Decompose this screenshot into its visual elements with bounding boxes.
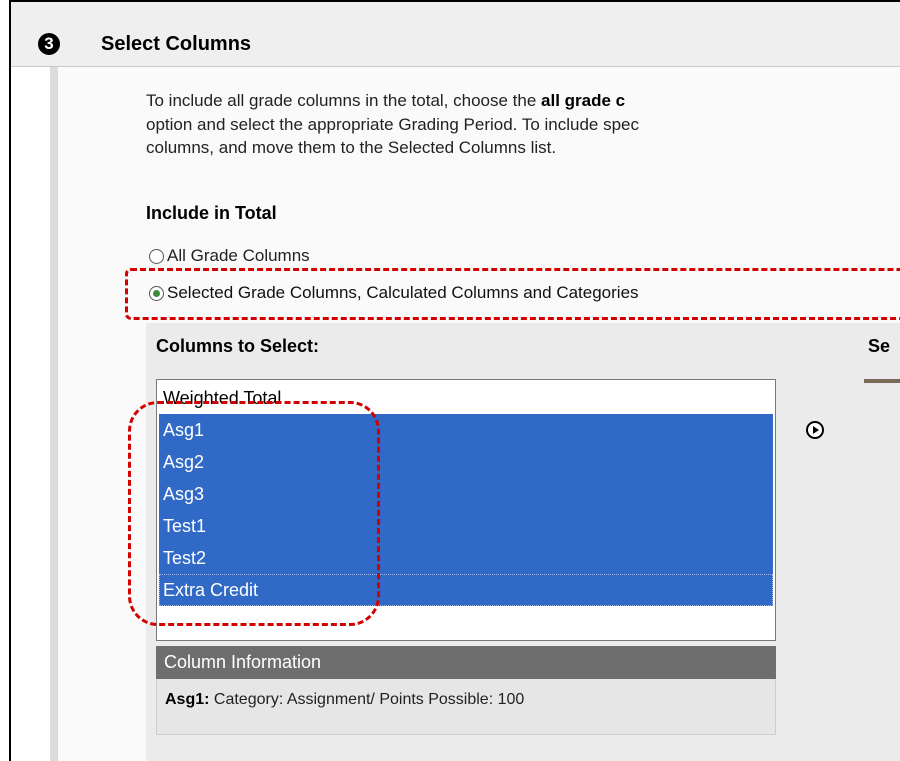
- radio-label[interactable]: All Grade Columns: [167, 246, 310, 265]
- radio-button[interactable]: [149, 249, 164, 264]
- list-item-weighted-total[interactable]: Weighted Total: [159, 382, 773, 414]
- column-information-details: Asg1: Category: Assignment/ Points Possi…: [156, 679, 776, 735]
- step-title: Select Columns: [101, 33, 252, 55]
- list-item-asg2[interactable]: Asg2: [159, 446, 773, 478]
- list-item-extra-credit[interactable]: Extra Credit: [159, 574, 773, 606]
- instructions-line3: columns, and move them to the Selected C…: [146, 138, 557, 157]
- radio-label[interactable]: Selected Grade Columns, Calculated Colum…: [167, 283, 639, 302]
- step-number-badge: 3: [38, 33, 60, 55]
- step-indent-bar: [50, 67, 58, 761]
- radio-all-grade-columns[interactable]: All Grade Columns: [149, 244, 310, 268]
- list-item-test2[interactable]: Test2: [159, 542, 773, 574]
- frame-left-border: [9, 0, 11, 761]
- selected-columns-header: Se: [868, 336, 891, 356]
- list-item-asg3[interactable]: Asg3: [159, 478, 773, 510]
- columns-to-select-header: Columns to Select:: [156, 336, 320, 356]
- instructions-line1: To include all grade columns in the tota…: [146, 91, 542, 110]
- include-in-total-label: Include in Total: [146, 203, 277, 223]
- column-select-panel: Columns to Select: Se Weighted Total Asg…: [146, 323, 900, 761]
- radio-selected-columns[interactable]: Selected Grade Columns, Calculated Colum…: [149, 281, 639, 305]
- step-header: 3 Select Columns: [11, 2, 900, 67]
- list-item-asg1[interactable]: Asg1: [159, 414, 773, 446]
- step-content: To include all grade columns in the tota…: [58, 67, 900, 761]
- selected-columns-listbox-edge[interactable]: [864, 379, 900, 383]
- instructions-text: To include all grade columns in the tota…: [146, 89, 900, 160]
- radio-button-checked[interactable]: [149, 286, 164, 301]
- columns-to-select-listbox[interactable]: Weighted Total Asg1 Asg2 Asg3 Test1 Test…: [156, 379, 776, 641]
- column-info-details-text: Category: Assignment/ Points Possible: 1…: [209, 691, 525, 708]
- instructions-line1-bold: all grade c: [541, 91, 626, 110]
- instructions-line2: option and select the appropriate Gradin…: [146, 114, 640, 134]
- move-right-arrow-icon[interactable]: [806, 421, 824, 439]
- column-info-name: Asg1:: [165, 691, 210, 708]
- column-information-header: Column Information: [156, 646, 776, 679]
- list-item-test1[interactable]: Test1: [159, 510, 773, 542]
